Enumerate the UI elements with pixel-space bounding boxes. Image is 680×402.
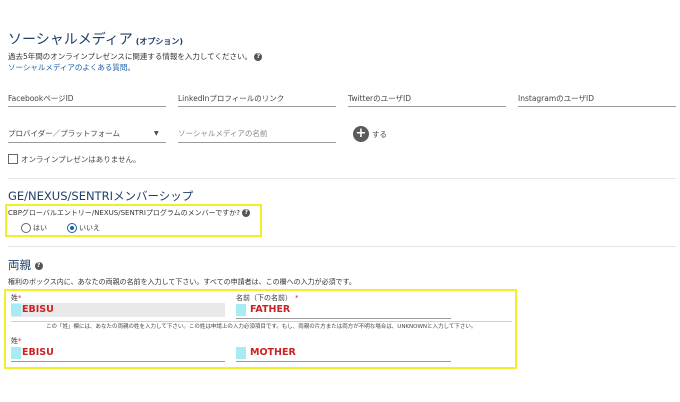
facebook-id-field[interactable]: FacebookページID: [8, 93, 74, 104]
help-icon[interactable]: ?: [34, 261, 43, 270]
twitter-id-field[interactable]: TwitterのユーザID: [348, 93, 411, 104]
radio-no[interactable]: [67, 223, 77, 233]
mother-surname-value: EBISU: [22, 347, 54, 358]
optional-label: (オプション): [135, 37, 184, 46]
membership-question: CBPグローバルエントリー/NEXUS/SENTRIプログラムのメンバーですか?…: [8, 208, 251, 218]
social-media-title: ソーシャルメディア: [8, 32, 133, 48]
field-highlight: [11, 347, 21, 359]
linkedin-underline: [178, 106, 336, 107]
social-faq-link[interactable]: ソーシャルメディアのよくある質問。: [8, 62, 135, 73]
parents-heading: 両親 ?: [8, 257, 43, 273]
father-given-underline[interactable]: [236, 318, 451, 319]
chevron-down-icon[interactable]: ▼: [154, 130, 159, 137]
social-name-underline: [178, 142, 336, 143]
field-highlight: [11, 304, 21, 316]
radio-yes-label: はい: [33, 224, 47, 232]
section-divider: [8, 246, 676, 247]
no-presence-label: オンラインプレゼンはありません。: [21, 155, 141, 164]
facebook-id-underline: [8, 106, 166, 107]
surname-note: この「姓」欄には、あなたの両親の姓を入力して下さい。この姓は申請上の入力必須項目…: [46, 324, 477, 330]
mother-given-value: MOTHER: [250, 347, 296, 358]
linkedin-link-field[interactable]: LinkedInプロフィールのリンク: [178, 93, 284, 104]
instagram-underline: [518, 106, 676, 107]
add-social-button[interactable]: +: [353, 126, 369, 142]
social-description: 過去5年間のオンラインプレゼンスに関連する情報を入力してください。 ?: [8, 51, 263, 62]
membership-heading: GE/NEXUS/SENTRIメンバーシップ: [8, 189, 194, 203]
field-highlight: [236, 347, 246, 359]
twitter-underline: [348, 106, 506, 107]
section-divider: [8, 178, 676, 179]
instagram-id-field[interactable]: InstagramのユーザID: [518, 93, 594, 104]
father-surname-value: EBISU: [22, 304, 54, 315]
father-given-value: FATHER: [250, 304, 291, 315]
no-presence-checkbox[interactable]: [8, 154, 18, 164]
father-surname-label: 姓*: [11, 294, 22, 302]
radio-yes[interactable]: [21, 223, 31, 233]
mother-given-underline[interactable]: [236, 361, 451, 362]
mother-surname-underline[interactable]: [11, 361, 225, 362]
provider-underline: [8, 142, 166, 143]
parents-instruction: 権利のボックス内に、あなたの両親の名前を入力して下さい。すべての申請者は、この欄…: [8, 278, 356, 286]
field-highlight: [236, 304, 246, 316]
provider-select[interactable]: プロバイダー／プラットフォーム: [8, 128, 120, 139]
help-icon[interactable]: ?: [242, 209, 251, 217]
row-divider: [11, 321, 512, 322]
father-given-label: 名前（下の名前） *: [236, 294, 299, 302]
social-media-heading: ソーシャルメディア (オプション): [8, 29, 183, 49]
social-name-input[interactable]: ソーシャルメディアの名前: [178, 128, 267, 139]
mother-surname-label: 姓*: [11, 337, 22, 345]
radio-no-label: いいえ: [79, 224, 100, 232]
help-icon[interactable]: ?: [254, 53, 263, 61]
add-label: する: [372, 130, 387, 139]
